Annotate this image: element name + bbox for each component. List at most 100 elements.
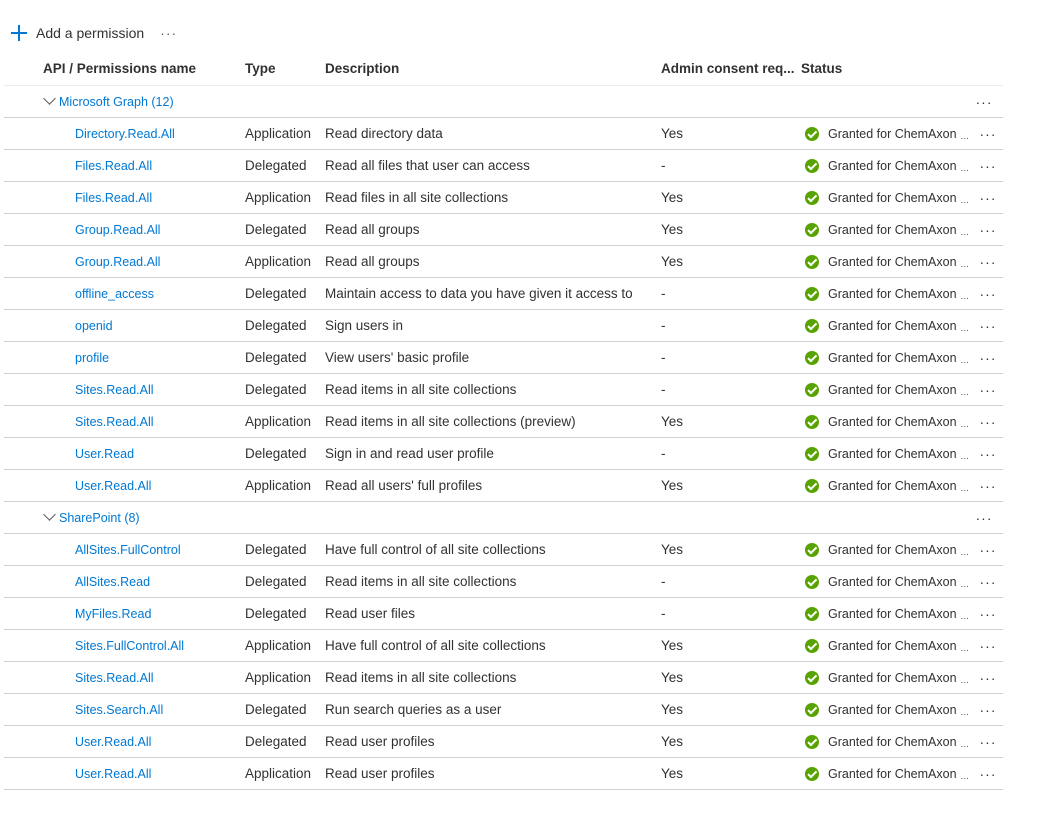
row-more-button[interactable]: ··· — [973, 126, 1003, 142]
row-more-button[interactable]: ··· — [973, 702, 1003, 718]
permission-name-cell: Group.Read.All — [4, 222, 245, 237]
column-header-type[interactable]: Type — [245, 61, 325, 76]
description-cell: Read all groups — [325, 222, 420, 237]
permission-link[interactable]: User.Read.All — [75, 479, 151, 493]
row-more-button[interactable]: ··· — [973, 382, 1003, 398]
permission-link[interactable]: offline_access — [75, 287, 154, 301]
row-more-button[interactable]: ··· — [973, 286, 1003, 302]
group-more-button[interactable]: ··· — [969, 94, 999, 110]
description-cell: Read user profiles — [325, 766, 435, 781]
admin-consent-cell: - — [661, 158, 666, 173]
status-ellipsis: ... — [960, 579, 969, 590]
status-cell: Granted for ChemAxon... — [801, 382, 973, 398]
permission-name-cell: Sites.Read.All — [4, 414, 245, 429]
table-row: AllSites.Read Delegated Read items in all … — [4, 566, 1003, 598]
column-header-status[interactable]: Status — [801, 61, 973, 76]
status-text: Granted for ChemAxon — [828, 542, 957, 557]
group-toggle[interactable]: Microsoft Graph (12) — [4, 95, 969, 109]
column-header-description[interactable]: Description — [325, 61, 661, 76]
row-more-button[interactable]: ··· — [973, 318, 1003, 334]
permission-link[interactable]: User.Read — [75, 447, 134, 461]
permission-name-cell: User.Read.All — [4, 734, 245, 749]
permission-name-cell: User.Read.All — [4, 766, 245, 781]
status-ellipsis: ... — [960, 739, 969, 750]
description-cell: Read items in all site collections — [325, 670, 517, 685]
permission-link[interactable]: User.Read.All — [75, 735, 151, 749]
column-header-name[interactable]: API / Permissions name — [4, 61, 245, 76]
row-more-button[interactable]: ··· — [973, 478, 1003, 494]
granted-check-icon — [805, 734, 819, 749]
permission-link[interactable]: Sites.FullControl.All — [75, 639, 184, 653]
status-ellipsis: ... — [960, 227, 969, 238]
permission-link[interactable]: profile — [75, 351, 109, 365]
row-more-button[interactable]: ··· — [973, 542, 1003, 558]
row-more-button[interactable]: ··· — [973, 638, 1003, 654]
admin-consent-cell: - — [661, 318, 666, 333]
admin-consent-cell: Yes — [661, 414, 684, 429]
admin-consent-cell: Yes — [661, 478, 684, 493]
row-more-button[interactable]: ··· — [973, 766, 1003, 782]
description-cell: Read all files that user can access — [325, 158, 530, 173]
admin-consent-cell: - — [661, 606, 666, 621]
status-text: Granted for ChemAxon — [828, 190, 957, 205]
description-cell: Run search queries as a user — [325, 702, 502, 717]
permission-link[interactable]: Sites.Read.All — [75, 671, 154, 685]
row-more-button[interactable]: ··· — [973, 606, 1003, 622]
group-toggle[interactable]: SharePoint (8) — [4, 511, 969, 525]
permission-link[interactable]: AllSites.Read — [75, 575, 150, 589]
permission-name-cell: AllSites.FullControl — [4, 542, 245, 557]
row-more-button[interactable]: ··· — [973, 190, 1003, 206]
permission-link[interactable]: Files.Read.All — [75, 159, 152, 173]
permission-name-cell: Sites.Search.All — [4, 702, 245, 717]
status-cell: Granted for ChemAxon... — [801, 254, 973, 270]
permissions-grid: API / Permissions name Type Description … — [4, 52, 1003, 790]
row-more-button[interactable]: ··· — [973, 414, 1003, 430]
permission-link[interactable]: User.Read.All — [75, 767, 151, 781]
permission-name-cell: Files.Read.All — [4, 158, 245, 173]
permission-link[interactable]: MyFiles.Read — [75, 607, 151, 621]
status-ellipsis: ... — [960, 291, 969, 302]
table-row: User.Read Delegated Sign in and read user … — [4, 438, 1003, 470]
grid-header: API / Permissions name Type Description … — [4, 52, 1003, 86]
row-more-button[interactable]: ··· — [973, 222, 1003, 238]
status-text: Granted for ChemAxon — [828, 446, 957, 461]
row-more-button[interactable]: ··· — [973, 734, 1003, 750]
type-cell: Delegated — [245, 606, 307, 621]
granted-check-icon — [805, 126, 819, 141]
permission-link[interactable]: Directory.Read.All — [75, 127, 175, 141]
permission-name-cell: offline_access — [4, 286, 245, 301]
grid-body: Microsoft Graph (12) ··· Directory.Read.Al… — [4, 86, 1003, 790]
status-text: Granted for ChemAxon — [828, 574, 957, 589]
row-more-button[interactable]: ··· — [973, 574, 1003, 590]
status-cell: Granted for ChemAxon... — [801, 350, 973, 366]
permission-link[interactable]: openid — [75, 319, 113, 333]
description-cell: Read files in all site collections — [325, 190, 509, 205]
status-text: Granted for ChemAxon — [828, 766, 957, 781]
permission-link[interactable]: Group.Read.All — [75, 223, 160, 237]
permission-link[interactable]: Group.Read.All — [75, 255, 160, 269]
permission-link[interactable]: Sites.Read.All — [75, 383, 154, 397]
table-row: User.Read.All Application Read user profil… — [4, 758, 1003, 790]
permission-link[interactable]: Sites.Search.All — [75, 703, 163, 717]
status-text: Granted for ChemAxon — [828, 350, 957, 365]
permission-link[interactable]: AllSites.FullControl — [75, 543, 181, 557]
group-label: Microsoft Graph (12) — [59, 94, 174, 109]
group-more-button[interactable]: ··· — [969, 510, 999, 526]
type-cell: Delegated — [245, 574, 307, 589]
type-cell: Delegated — [245, 446, 307, 461]
add-permission-button[interactable]: Add a permission — [10, 24, 144, 42]
row-more-button[interactable]: ··· — [973, 158, 1003, 174]
admin-consent-cell: Yes — [661, 542, 684, 557]
permission-link[interactable]: Sites.Read.All — [75, 415, 154, 429]
row-more-button[interactable]: ··· — [973, 254, 1003, 270]
granted-check-icon — [805, 222, 819, 237]
permission-link[interactable]: Files.Read.All — [75, 191, 152, 205]
granted-check-icon — [805, 254, 819, 269]
row-more-button[interactable]: ··· — [973, 670, 1003, 686]
column-header-admin-consent[interactable]: Admin consent req... — [661, 61, 801, 76]
admin-consent-cell: Yes — [661, 126, 684, 141]
group-label: SharePoint (8) — [59, 510, 140, 525]
row-more-button[interactable]: ··· — [973, 350, 1003, 366]
row-more-button[interactable]: ··· — [973, 446, 1003, 462]
more-options-button[interactable]: ··· — [160, 25, 177, 41]
